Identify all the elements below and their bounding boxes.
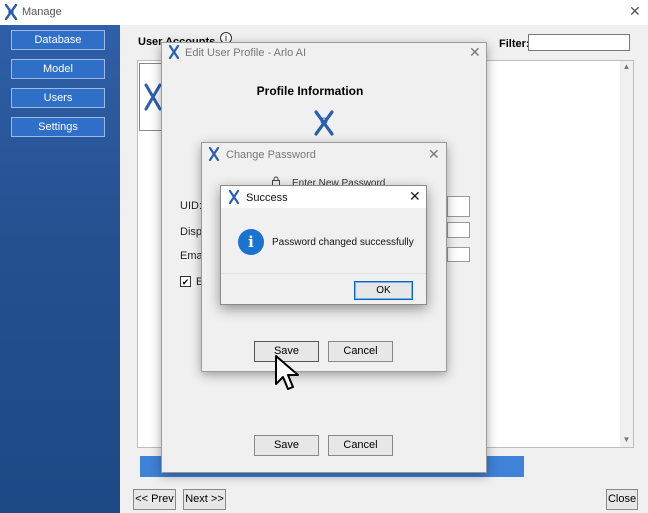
filter-label: Filter:: [499, 38, 530, 50]
information-icon: i: [238, 229, 264, 255]
profile-heading: Profile Information: [256, 84, 364, 98]
sidebar-item-model[interactable]: Model: [11, 59, 105, 79]
pwd-dialog-logo-icon: [208, 147, 220, 161]
success-title: Success: [246, 192, 288, 204]
close-button[interactable]: Close: [606, 489, 638, 510]
pwd-dialog-title: Change Password: [226, 149, 316, 161]
window-title: Manage: [22, 6, 62, 18]
edit-dialog-title: Edit User Profile - Arlo AI: [185, 47, 307, 59]
sidebar-item-database[interactable]: Database: [11, 30, 105, 50]
uid-label: UID:: [180, 200, 202, 212]
window-titlebar: Manage ✕: [0, 0, 648, 25]
next-button[interactable]: Next >>: [183, 489, 226, 510]
sidebar-item-users[interactable]: Users: [11, 88, 105, 108]
ok-button[interactable]: OK: [354, 281, 413, 300]
scroll-up-arrow-icon[interactable]: ▲: [620, 62, 633, 71]
pwd-cancel-button[interactable]: Cancel: [328, 341, 393, 362]
mouse-cursor-icon: [274, 354, 302, 392]
edit-save-button[interactable]: Save: [254, 435, 319, 456]
filter-input[interactable]: [528, 34, 630, 51]
pwd-dialog-close-button[interactable]: ✕: [428, 146, 440, 163]
app-logo-icon: [4, 4, 18, 20]
dialog-logo-icon: [168, 45, 180, 59]
scroll-down-arrow-icon[interactable]: ▼: [620, 435, 633, 444]
enabled-checkbox[interactable]: ✔: [180, 276, 191, 287]
list-scrollbar[interactable]: [620, 61, 633, 447]
edit-cancel-button[interactable]: Cancel: [328, 435, 393, 456]
sidebar-item-settings[interactable]: Settings: [11, 117, 105, 137]
edit-dialog-close-button[interactable]: ✕: [469, 44, 481, 61]
success-logo-icon: [228, 190, 240, 204]
prev-button[interactable]: << Prev: [133, 489, 176, 510]
window-close-button[interactable]: ✕: [629, 3, 641, 20]
profile-logo-icon: [313, 110, 335, 139]
email-field[interactable]: [447, 247, 470, 262]
success-close-button[interactable]: ✕: [409, 188, 421, 205]
uid-field[interactable]: [447, 196, 470, 217]
display-name-field[interactable]: [447, 222, 470, 238]
success-message: Password changed successfully: [272, 237, 414, 248]
user-card-thumbnail[interactable]: [139, 63, 163, 131]
